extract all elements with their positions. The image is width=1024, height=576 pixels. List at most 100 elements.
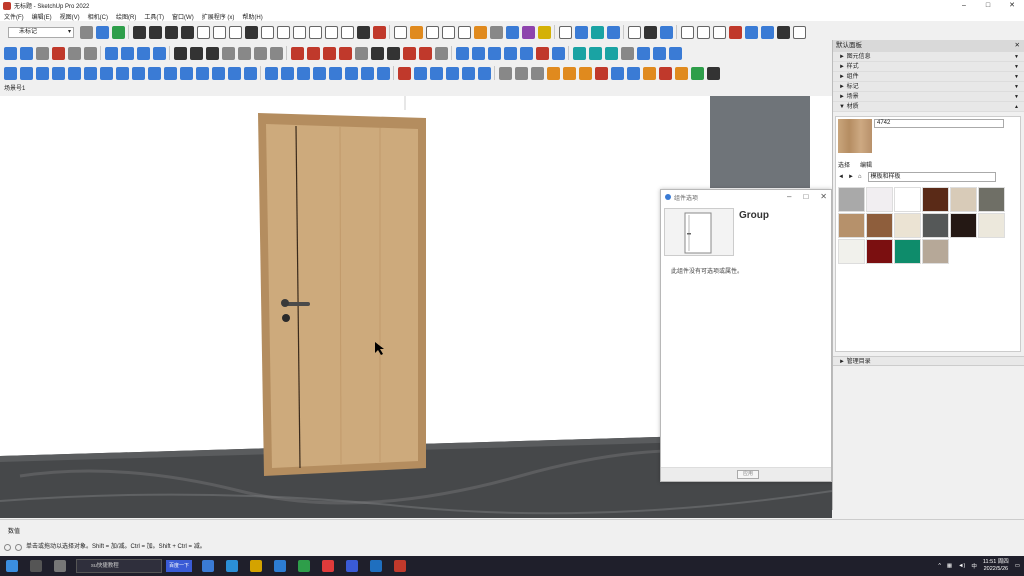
rotate-icon[interactable] [280, 66, 294, 80]
baidu-search-button[interactable]: 百度一下 [166, 560, 192, 572]
tab-select[interactable]: 选择 [838, 160, 850, 169]
add-icon[interactable] [627, 25, 641, 39]
hand-icon[interactable] [83, 66, 97, 80]
file-explorer-icon[interactable] [250, 560, 262, 572]
undo-icon[interactable] [79, 25, 93, 39]
dots-icon[interactable] [312, 66, 326, 80]
material-swatch[interactable] [894, 239, 921, 264]
skew-icon[interactable] [136, 46, 150, 60]
move-icon[interactable] [264, 66, 278, 80]
curve-icon[interactable] [434, 46, 448, 60]
tools-icon[interactable] [386, 46, 400, 60]
material-swatch[interactable] [978, 187, 1005, 212]
cube-wood-alt-icon[interactable] [578, 66, 592, 80]
line-icon[interactable] [179, 66, 193, 80]
export-icon[interactable] [418, 46, 432, 60]
circle-icon[interactable] [636, 46, 650, 60]
ime-icon[interactable]: 中 [971, 562, 977, 570]
orbit-icon[interactable] [164, 25, 178, 39]
material-swatch[interactable] [866, 213, 893, 238]
shape-layers-icon[interactable] [461, 66, 475, 80]
paint-icon[interactable] [51, 46, 65, 60]
tape-icon[interactable] [148, 25, 162, 39]
gear-icon[interactable] [354, 46, 368, 60]
paste-icon[interactable] [712, 25, 726, 39]
cube-icon[interactable] [296, 66, 310, 80]
select-box-icon[interactable] [477, 66, 491, 80]
frame-icon[interactable] [503, 46, 517, 60]
wave-icon[interactable] [163, 66, 177, 80]
settings-gear-icon[interactable] [244, 25, 258, 39]
material-swatch[interactable] [838, 213, 865, 238]
stair-icon[interactable] [489, 25, 503, 39]
move-cross-icon[interactable] [276, 25, 290, 39]
document-icon[interactable] [19, 66, 33, 80]
basket-icon[interactable] [243, 66, 257, 80]
monitor-icon[interactable] [706, 66, 720, 80]
box-icon[interactable] [393, 25, 407, 39]
dialog-close-button[interactable]: ✕ [820, 192, 827, 201]
home-icon[interactable]: ⌂ [858, 174, 862, 180]
dimension-icon[interactable] [514, 66, 528, 80]
info-icon[interactable] [792, 25, 806, 39]
cube-teal-icon[interactable] [590, 25, 604, 39]
cabinet-icon[interactable] [409, 25, 423, 39]
maximize-button[interactable]: □ [976, 0, 1000, 11]
dxf-export-icon[interactable] [308, 25, 322, 39]
material-swatch[interactable] [838, 239, 865, 264]
material-name-field[interactable]: 4742 [874, 119, 1004, 128]
material-swatch[interactable] [950, 213, 977, 238]
search-icon[interactable] [30, 560, 42, 572]
windows-start-icon[interactable] [6, 560, 18, 572]
doc-edit-icon[interactable] [131, 66, 145, 80]
menu-tools[interactable]: 工具(T) [140, 12, 168, 21]
dialog-minimize-button[interactable]: – [787, 192, 791, 201]
circle-alt-icon[interactable] [652, 46, 666, 60]
diamond-icon[interactable] [620, 46, 634, 60]
pen-icon[interactable] [498, 66, 512, 80]
refresh-icon[interactable] [690, 66, 704, 80]
info-icon[interactable] [4, 544, 11, 551]
tray-section-materials[interactable]: ▼ 材质 ▲ [833, 102, 1024, 112]
link-icon[interactable] [455, 46, 469, 60]
arrow-right-icon[interactable] [356, 25, 370, 39]
menu-extensions[interactable]: 扩展程序 (x) [198, 12, 239, 21]
tab-edit[interactable]: 编辑 [860, 160, 872, 169]
dialog-maximize-button[interactable]: □ [803, 192, 808, 201]
column-icon[interactable] [67, 46, 81, 60]
edge-icon[interactable] [226, 560, 238, 572]
roof-icon[interactable] [457, 25, 471, 39]
sphere-dark-icon[interactable] [253, 46, 267, 60]
house-icon[interactable] [425, 25, 439, 39]
sketchup-taskbar-icon[interactable] [346, 560, 358, 572]
current-material-swatch[interactable] [838, 119, 872, 153]
recorder-icon[interactable] [394, 560, 406, 572]
sphere-icon[interactable] [221, 46, 235, 60]
notification-icon[interactable]: ▭ [1015, 563, 1020, 569]
layers-stack-icon[interactable] [588, 46, 602, 60]
shield-blue-icon[interactable] [551, 46, 565, 60]
magnify-icon[interactable] [147, 66, 161, 80]
apply-button[interactable]: 应用 [737, 470, 759, 479]
badge-icon[interactable] [535, 46, 549, 60]
rectangle-tool-icon[interactable] [99, 66, 113, 80]
material-swatch[interactable] [866, 239, 893, 264]
stack-icon[interactable] [328, 66, 342, 80]
cube-wood-icon[interactable] [562, 66, 576, 80]
check-icon[interactable] [195, 66, 209, 80]
store-icon[interactable] [274, 560, 286, 572]
sphere-grey-icon[interactable] [237, 46, 251, 60]
material-swatch[interactable] [922, 239, 949, 264]
target-icon[interactable] [668, 46, 682, 60]
layer-select[interactable]: 未标记 [8, 26, 74, 38]
frame-red-icon[interactable] [658, 66, 672, 80]
frame-orange-icon[interactable] [642, 66, 656, 80]
photos-icon[interactable] [370, 560, 382, 572]
arrow-down-icon[interactable] [372, 25, 386, 39]
forward-arrow-icon[interactable]: ► [848, 174, 854, 180]
panel-icon[interactable] [205, 46, 219, 60]
cabinet-frame-icon[interactable] [189, 46, 203, 60]
rectangle-icon[interactable] [292, 25, 306, 39]
pencil-icon[interactable] [227, 66, 241, 80]
menu-view[interactable]: 视图(V) [56, 12, 84, 21]
